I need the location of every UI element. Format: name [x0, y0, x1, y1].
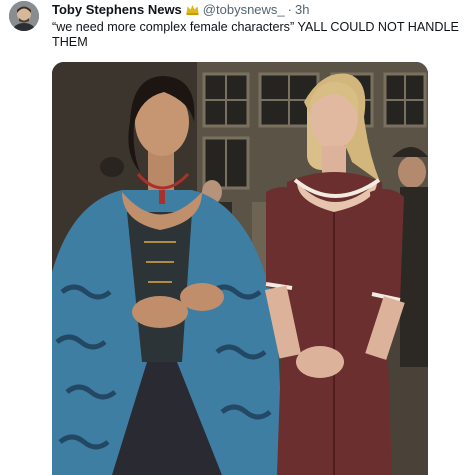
- author-handle[interactable]: @tobysnews_: [203, 2, 285, 17]
- author-avatar[interactable]: [9, 1, 39, 31]
- gold-crown-badge-icon: [185, 2, 200, 17]
- tweet-photo[interactable]: [52, 62, 428, 475]
- tweet-timestamp[interactable]: 3h: [295, 2, 309, 17]
- author-name[interactable]: Toby Stephens News: [52, 2, 182, 17]
- tweet-text: “we need more complex female characters”…: [52, 20, 459, 49]
- avatar-photo: [9, 1, 39, 31]
- tweet-header: Toby Stephens News @tobysnews_ · 3h: [52, 1, 309, 18]
- tweet: Toby Stephens News @tobysnews_ · 3h “we …: [0, 0, 474, 475]
- photo-two-women-period-costume: [52, 62, 428, 475]
- header-separator: ·: [287, 2, 292, 17]
